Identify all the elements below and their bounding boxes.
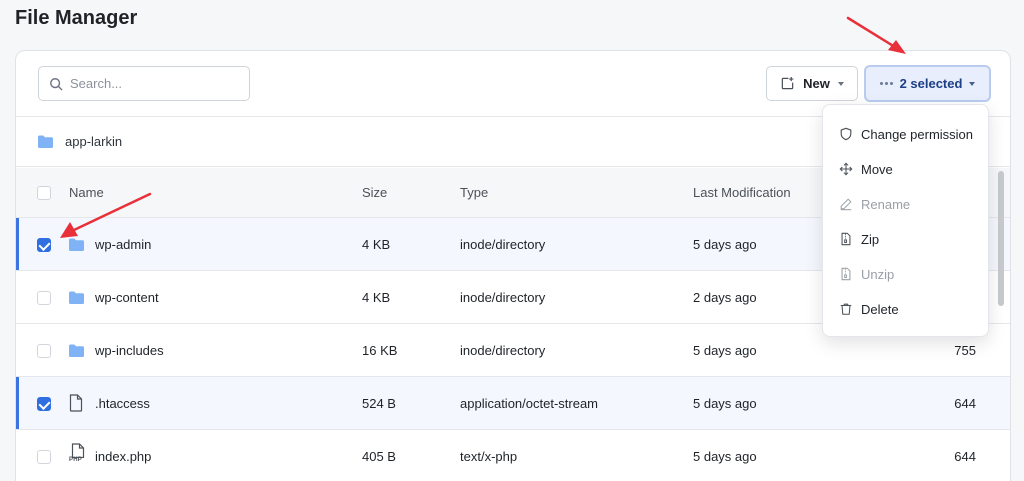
menu-item-label: Zip	[861, 231, 880, 247]
menu-item-rename[interactable]: Rename	[823, 187, 988, 221]
file-size: 405 B	[362, 449, 396, 464]
new-button-label: New	[803, 76, 830, 91]
new-button[interactable]: New	[766, 66, 858, 101]
file-permission: 644	[954, 449, 976, 464]
pencil-icon	[840, 198, 852, 211]
folder-icon	[69, 291, 84, 304]
select-all-checkbox[interactable]	[37, 186, 51, 200]
file-name[interactable]: index.php	[95, 449, 151, 464]
shield-icon	[840, 127, 852, 141]
trash-icon	[840, 303, 852, 315]
zip-icon	[841, 232, 851, 246]
folder-icon	[38, 135, 53, 148]
table-row[interactable]: PHP index.php 405 B text/x-php 5 days ag…	[16, 430, 1010, 481]
menu-item-label: Rename	[861, 196, 911, 212]
menu-item-zip[interactable]: Zip	[823, 222, 988, 256]
row-checkbox[interactable]	[37, 291, 51, 305]
row-checkbox[interactable]	[37, 344, 51, 358]
file-modified: 5 days ago	[693, 396, 757, 411]
more-dots-icon	[879, 82, 893, 85]
file-modified: 5 days ago	[693, 343, 757, 358]
search-input[interactable]	[70, 76, 240, 91]
php-file-icon: PHP	[69, 443, 86, 467]
file-permission: 755	[954, 343, 976, 358]
column-header-last-modification[interactable]: Last Modification	[693, 185, 791, 200]
file-size: 524 B	[362, 396, 396, 411]
file-type: inode/directory	[460, 237, 546, 252]
move-icon	[839, 162, 853, 176]
column-header-size[interactable]: Size	[362, 185, 387, 200]
chevron-down-icon	[969, 81, 976, 86]
search-box[interactable]	[38, 66, 250, 101]
unzip-icon	[841, 267, 851, 281]
file-type: inode/directory	[460, 343, 546, 358]
row-checkbox[interactable]	[37, 238, 51, 252]
selected-count-label: 2 selected	[899, 76, 963, 91]
menu-item-label: Change permission	[861, 126, 974, 142]
file-type: inode/directory	[460, 290, 546, 305]
file-name[interactable]: .htaccess	[95, 396, 150, 411]
table-row[interactable]: .htaccess 524 B application/octet-stream…	[16, 377, 1010, 430]
breadcrumb-folder-link[interactable]: app-larkin	[65, 134, 122, 149]
page-title: File Manager	[15, 7, 138, 29]
menu-item-label: Move	[861, 161, 893, 177]
file-name[interactable]: wp-includes	[95, 343, 164, 358]
file-size: 16 KB	[362, 343, 398, 358]
search-icon	[50, 77, 63, 90]
file-size: 4 KB	[362, 290, 391, 305]
file-type: text/x-php	[460, 449, 518, 464]
menu-item-delete[interactable]: Delete	[823, 292, 988, 326]
menu-item-unzip[interactable]: Unzip	[823, 257, 988, 291]
new-file-icon	[781, 76, 794, 90]
file-modified: 2 days ago	[693, 290, 757, 305]
annotation-arrow	[846, 16, 906, 54]
file-type: application/octet-stream	[460, 396, 599, 411]
annotation-arrow	[60, 192, 152, 238]
php-badge: PHP	[69, 457, 82, 463]
menu-item-move[interactable]: Move	[823, 152, 988, 186]
menu-item-label: Unzip	[861, 266, 895, 282]
selection-actions-menu: Change permission Move Rename Zip Unzip …	[822, 104, 989, 337]
file-modified: 5 days ago	[693, 237, 757, 252]
menu-item-change-permission[interactable]: Change permission	[823, 117, 988, 151]
column-header-type[interactable]: Type	[460, 185, 488, 200]
file-size: 4 KB	[362, 237, 391, 252]
vertical-scrollbar[interactable]	[998, 171, 1004, 306]
folder-icon	[69, 344, 84, 357]
file-modified: 5 days ago	[693, 449, 757, 464]
chevron-down-icon	[837, 81, 844, 86]
file-permission: 644	[954, 396, 976, 411]
row-checkbox[interactable]	[37, 397, 51, 411]
file-name[interactable]: wp-content	[95, 290, 159, 305]
row-checkbox[interactable]	[37, 450, 51, 464]
menu-item-label: Delete	[861, 301, 899, 317]
file-icon	[69, 394, 83, 412]
selection-actions-button[interactable]: 2 selected	[864, 65, 991, 102]
